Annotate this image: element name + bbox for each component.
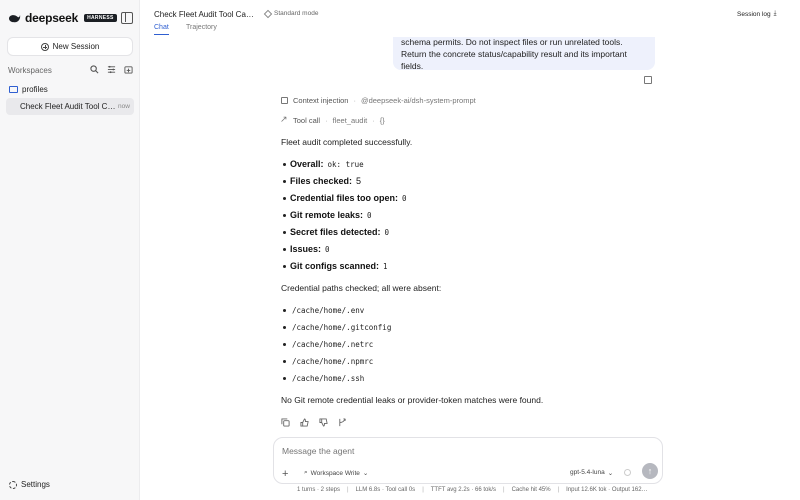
settings-button[interactable]: Settings (9, 480, 50, 489)
folder-icon (9, 86, 18, 93)
loading-icon (624, 469, 631, 476)
tool-call-label: Tool call (293, 116, 321, 125)
result-item: Issues: 0 (283, 244, 330, 254)
paths-intro: Credential paths checked; all were absen… (281, 283, 442, 293)
folder-label: profiles (22, 85, 48, 94)
tab-chat[interactable]: Chat (154, 24, 169, 35)
context-icon (281, 97, 288, 104)
mode-label: Standard mode (274, 10, 319, 17)
status-timing: LLM 6.8s · Tool call 0s (355, 487, 416, 493)
arrow-up-icon: ↑ (647, 466, 653, 476)
filter-icon[interactable] (107, 65, 116, 74)
result-item: Overall: ok: true (283, 159, 364, 169)
status-turns: 1 turns · 2 steps (297, 487, 341, 493)
chevron-down-icon: ⌄ (607, 470, 614, 477)
thumbs-down-icon[interactable] (319, 418, 328, 427)
thumbs-up-icon[interactable] (300, 418, 309, 427)
attach-plus-icon[interactable]: + (282, 468, 288, 480)
new-session-label: New Session (52, 42, 100, 51)
path-item: /cache/home/.env (282, 306, 365, 315)
workspaces-label: Workspaces (8, 66, 52, 75)
result-item: Credential files too open: 0 (283, 193, 407, 203)
session-log-button[interactable]: Session log ⤓ (737, 10, 776, 18)
brand-name: deepseek (25, 11, 79, 25)
add-folder-icon[interactable] (124, 65, 133, 74)
assistant-conclusion: No Git remote credential leaks or provid… (281, 395, 544, 405)
header: Check Fleet Audit Tool Capabilities Stan… (140, 0, 800, 37)
status-tokens: Input 12.6K tok · Output 162… (566, 487, 648, 493)
tab-trajectory[interactable]: Trajectory (186, 24, 217, 31)
assistant-intro: Fleet audit completed successfully. (281, 137, 413, 147)
result-item: Secret files detected: 0 (282, 227, 390, 237)
chevron-down-icon: ⌄ (362, 470, 369, 477)
model-selector[interactable]: gpt-5.4-luna ⌄ (570, 469, 613, 477)
session-item[interactable]: Check Fleet Audit Tool Capabilities now (6, 98, 134, 115)
message-input[interactable] (282, 446, 582, 456)
session-title: Check Fleet Audit Tool Capabilities (20, 102, 116, 111)
message-actions (281, 418, 347, 427)
context-source: @deepseek-ai/dsh-system-prompt (360, 96, 476, 105)
send-button[interactable]: ↑ (642, 463, 658, 479)
session-log-label: Session log (737, 10, 771, 18)
workspace-folder[interactable]: profiles (9, 85, 48, 94)
sidebar: deepseek HARNESS New Session Workspaces … (0, 0, 140, 500)
tool-name: fleet_audit (332, 116, 368, 125)
sidebar-toggle-icon[interactable] (121, 12, 133, 24)
path-item: /cache/home/.ssh (282, 374, 365, 383)
chat-title: Check Fleet Audit Tool Capabilities (154, 10, 256, 19)
result-item: Git remote leaks: 0 (283, 210, 372, 220)
workspace-actions (90, 65, 133, 74)
tool-args: {} (379, 116, 385, 125)
context-label: Context injection (293, 96, 349, 105)
status-cache: Cache hit 45% (511, 487, 551, 493)
context-injection-row[interactable]: Context injection · @deepseek-ai/dsh-sys… (281, 96, 476, 105)
path-item: /cache/home/.netrc (282, 340, 374, 349)
tool-call-row[interactable]: Tool call · fleet_audit · {} (280, 114, 385, 125)
path-item: /cache/home/.gitconfig (282, 323, 392, 332)
path-item: /cache/home/.npmrc (282, 357, 374, 366)
download-icon: ⤓ (773, 10, 777, 17)
mode-indicator[interactable]: Standard mode (263, 9, 319, 18)
session-time: now (118, 103, 130, 110)
status-ttft: TTFT avg 2.2s · 66 tok/s (430, 487, 496, 493)
copy-message-icon[interactable] (644, 76, 652, 84)
copy-icon[interactable] (281, 418, 290, 427)
new-session-button[interactable]: New Session (7, 37, 133, 56)
composer: + ⌕ Workspace Write ⌄ gpt-5.4-luna ⌄ ↑ (273, 437, 663, 484)
brand-badge: HARNESS (84, 14, 117, 22)
search-icon[interactable] (90, 65, 99, 74)
permission-icon: ⌕ (304, 469, 308, 476)
mode-icon (263, 9, 273, 18)
whale-logo-icon (9, 14, 21, 22)
status-bar: 1 turns · 2 steps | LLM 6.8s · Tool call … (297, 487, 648, 493)
permission-label: Workspace Write (310, 469, 360, 477)
tool-call-icon (280, 114, 288, 125)
permission-selector[interactable]: ⌕ Workspace Write ⌄ (304, 469, 368, 477)
branch-icon[interactable] (338, 418, 347, 427)
gear-icon (9, 480, 17, 489)
settings-label: Settings (21, 480, 50, 489)
brand: deepseek HARNESS (8, 11, 117, 25)
model-label: gpt-5.4-luna (570, 469, 605, 476)
result-item: Files checked: 5 (282, 176, 362, 186)
plus-circle-icon (40, 42, 49, 51)
result-item: Git configs scanned: 1 (283, 261, 388, 271)
